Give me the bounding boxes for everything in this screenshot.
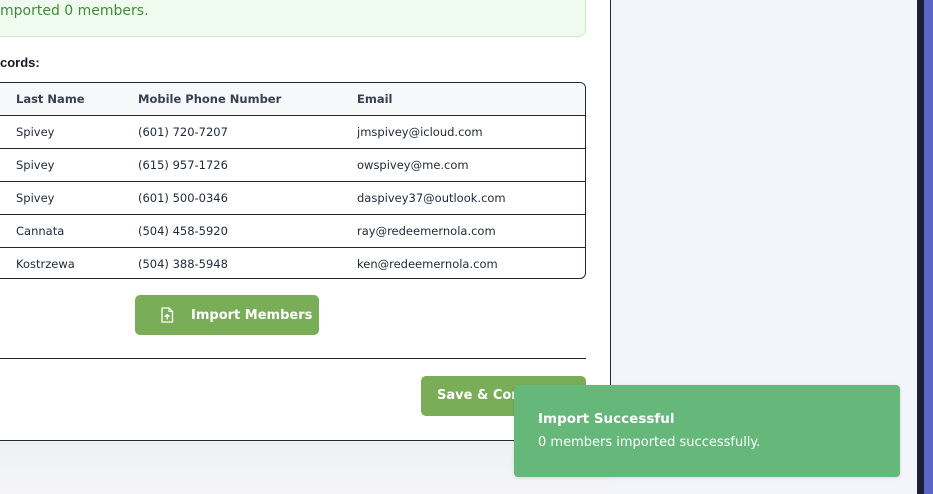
success-alert-text: mported 0 members. <box>0 3 149 19</box>
cell-last-name: Spivey <box>16 158 55 172</box>
cell-phone: (504) 388-5948 <box>138 257 228 271</box>
window-edge <box>917 0 924 494</box>
cell-phone: (615) 957-1726 <box>138 158 228 172</box>
import-members-label: Import Members <box>191 307 313 323</box>
table-row: Kostrzewa (504) 388-5948 ken@redeemernol… <box>0 247 585 278</box>
table-header: Last Name Mobile Phone Number Email <box>0 83 585 115</box>
table-row: Spivey (615) 957-1726 owspivey@me.com <box>0 148 585 181</box>
table-row: Cannata (504) 458-5920 ray@redeemernola.… <box>0 214 585 247</box>
column-header-phone: Mobile Phone Number <box>138 92 282 106</box>
column-header-last-name: Last Name <box>16 92 85 106</box>
column-header-email: Email <box>357 92 393 106</box>
cell-email: ken@redeemernola.com <box>357 257 498 271</box>
success-toast[interactable]: Import Successful 0 members imported suc… <box>514 385 900 477</box>
cell-email: jmspivey@icloud.com <box>357 125 483 139</box>
toast-title: Import Successful <box>538 411 675 427</box>
table-row: Spivey (601) 720-7207 jmspivey@icloud.co… <box>0 115 585 148</box>
cell-phone: (504) 458-5920 <box>138 224 228 238</box>
cell-phone: (601) 500-0346 <box>138 191 228 205</box>
cell-email: daspivey37@outlook.com <box>357 191 506 205</box>
toast-message: 0 members imported successfully. <box>538 435 761 450</box>
cell-last-name: Spivey <box>16 125 55 139</box>
window-edge-accent <box>924 0 933 494</box>
import-members-button[interactable]: Import Members <box>135 295 319 335</box>
records-label: cords: <box>0 55 40 70</box>
records-table: Last Name Mobile Phone Number Email Spiv… <box>0 82 586 279</box>
cell-last-name: Spivey <box>16 191 55 205</box>
file-upload-icon <box>160 307 174 323</box>
section-divider <box>0 358 586 359</box>
cell-phone: (601) 720-7207 <box>138 125 228 139</box>
table-row: Spivey (601) 500-0346 daspivey37@outlook… <box>0 181 585 214</box>
cell-email: owspivey@me.com <box>357 158 469 172</box>
cell-email: ray@redeemernola.com <box>357 224 496 238</box>
cell-last-name: Kostrzewa <box>16 257 75 271</box>
cell-last-name: Cannata <box>16 224 65 238</box>
